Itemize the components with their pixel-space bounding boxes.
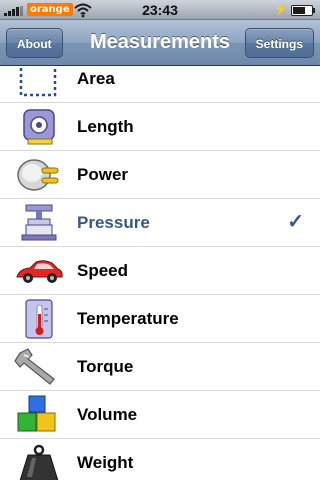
list-item-power[interactable]: Power [0,151,320,199]
settings-button[interactable]: Settings [244,28,314,58]
thermometer-icon [25,299,53,339]
weight-icon [19,444,59,480]
list-item-torque[interactable]: Torque [0,343,320,391]
list-item-pressure[interactable]: Pressure ✓ [0,199,320,247]
wrench-icon [14,348,55,385]
car-icon [16,260,63,283]
list-item-label: Volume [77,405,138,424]
list-item-label: Pressure [77,213,150,232]
list-item-weight[interactable]: Weight [0,439,320,480]
status-bar: orange 23:43 ⚡ [0,0,320,20]
list-item-label: Torque [77,357,134,376]
list-item-label: Power [77,165,129,184]
list-item-length[interactable]: Length [0,103,320,151]
measurement-list: Area Length Power Pressure ✓ Speed Tempe… [0,66,320,480]
list-item-label: Temperature [77,309,179,328]
navigation-bar: Measurements About Settings [0,20,320,66]
list-item-label: Speed [77,261,129,280]
list-item-area[interactable]: Area [0,66,320,103]
list-item-speed[interactable]: Speed [0,247,320,295]
power-plug-icon [17,159,59,191]
clock: 23:43 [142,2,178,18]
battery-icon [291,5,315,16]
list-item-label: Length [77,117,134,136]
press-icon [21,204,57,241]
list-item-label: Area [77,69,115,88]
charging-icon: ⚡ [274,4,288,16]
list-item-label: Weight [77,453,134,472]
cubes-icon [17,395,56,432]
list-item-volume[interactable]: Volume [0,391,320,439]
about-button[interactable]: About [6,28,63,58]
area-icon [19,66,57,97]
list-item-temperature[interactable]: Temperature [0,295,320,343]
checkmark-icon: ✓ [287,211,304,233]
tape-measure-icon [23,109,55,145]
